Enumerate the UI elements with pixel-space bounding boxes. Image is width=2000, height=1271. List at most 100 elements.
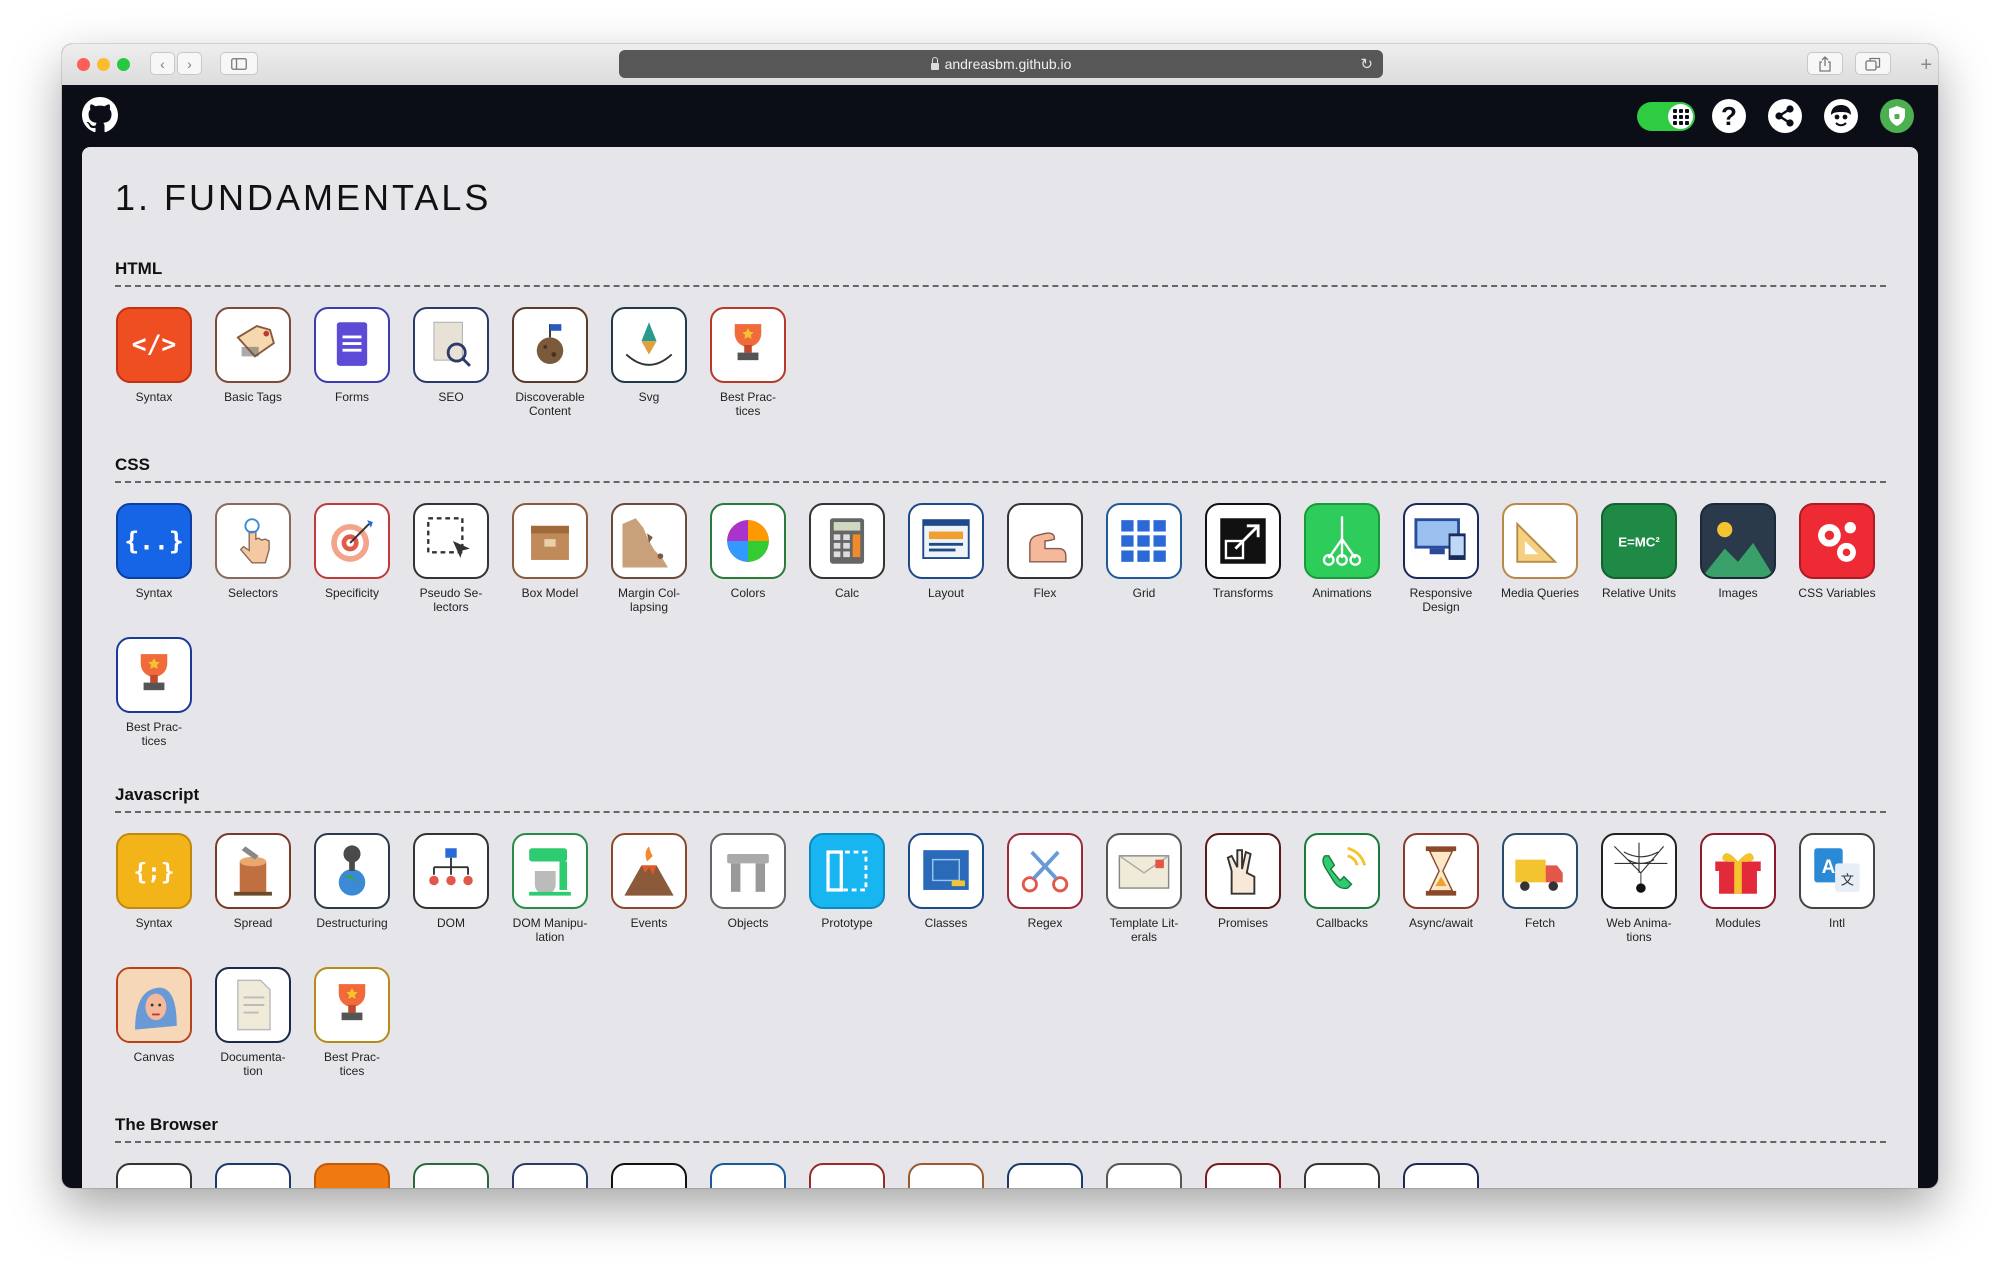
topic-label: Canvas xyxy=(133,1050,175,1064)
topic-tile[interactable]: Colors xyxy=(709,503,808,631)
topic-tile[interactable]: Best Prac-tices xyxy=(313,967,412,1095)
topic-tile[interactable]: Box Model xyxy=(511,503,610,631)
pen-tool-icon xyxy=(611,307,687,383)
topic-tile[interactable]: Svg xyxy=(610,307,709,435)
topic-label: DOM xyxy=(437,916,465,930)
topic-tile[interactable]: Best Prac-tices xyxy=(709,307,808,435)
partial-icon xyxy=(809,1163,885,1188)
topic-tile[interactable] xyxy=(1402,1163,1501,1188)
topic-tile[interactable]: E=MC² Relative Units xyxy=(1600,503,1699,631)
topic-tile[interactable] xyxy=(511,1163,610,1188)
topic-tile[interactable]: Basic Tags xyxy=(214,307,313,435)
grid-view-toggle[interactable] xyxy=(1637,102,1695,131)
topic-tile[interactable]: Media Queries xyxy=(1501,503,1600,631)
layout-window-icon xyxy=(908,503,984,579)
topic-label: Box Model xyxy=(521,586,579,600)
topic-tile[interactable] xyxy=(1006,1163,1105,1188)
section-heading: The Browser xyxy=(115,1115,1886,1143)
maximize-window-button[interactable] xyxy=(117,58,130,71)
address-bar[interactable]: andreasbm.github.io ↻ xyxy=(619,50,1383,78)
topic-tile[interactable] xyxy=(412,1163,511,1188)
topic-tile[interactable]: Prototype xyxy=(808,833,907,961)
topic-tile[interactable] xyxy=(907,1163,1006,1188)
topic-tile[interactable]: Specificity xyxy=(313,503,412,631)
topic-tile[interactable] xyxy=(709,1163,808,1188)
portrait-painting-icon xyxy=(116,967,192,1043)
topic-tile[interactable] xyxy=(313,1163,412,1188)
partial-icon xyxy=(512,1163,588,1188)
avatar-icon[interactable] xyxy=(1823,98,1859,134)
reload-icon[interactable]: ↻ xyxy=(1360,55,1373,73)
topic-tile[interactable]: Images xyxy=(1699,503,1798,631)
topic-label: Promises xyxy=(1217,916,1268,930)
topic-label: Objects xyxy=(727,916,769,930)
forward-button[interactable]: › xyxy=(177,52,202,75)
topic-label: Prototype xyxy=(821,916,873,930)
share-icon[interactable] xyxy=(1767,98,1803,134)
topic-tile[interactable]: Grid xyxy=(1105,503,1204,631)
topic-tile[interactable]: Regex xyxy=(1006,833,1105,961)
topic-tile[interactable]: Margin Col-lapsing xyxy=(610,503,709,631)
svg-text:E=MC²: E=MC² xyxy=(1618,535,1660,550)
minimize-window-button[interactable] xyxy=(97,58,110,71)
topic-tile[interactable]: CSS Variables xyxy=(1798,503,1897,631)
topic-tile[interactable]: SEO xyxy=(412,307,511,435)
topic-tile[interactable]: Async/await xyxy=(1402,833,1501,961)
topic-tile[interactable]: Forms xyxy=(313,307,412,435)
topic-tile[interactable]: Animations xyxy=(1303,503,1402,631)
topic-tile[interactable]: Calc xyxy=(808,503,907,631)
topic-tile[interactable]: Selectors xyxy=(214,503,313,631)
topic-tile[interactable]: A 文 Intl xyxy=(1798,833,1897,961)
topic-tile[interactable]: Discoverable Content xyxy=(511,307,610,435)
topic-tile[interactable] xyxy=(214,1163,313,1188)
topic-tile[interactable]: Template Lit-erals xyxy=(1105,833,1204,961)
topic-tile[interactable]: Canvas xyxy=(115,967,214,1095)
topic-tile[interactable]: Callbacks xyxy=(1303,833,1402,961)
new-tab-icon[interactable]: + xyxy=(1920,54,1932,77)
topic-tile[interactable] xyxy=(115,1163,214,1188)
topic-tile[interactable]: Classes xyxy=(907,833,1006,961)
document-page-icon xyxy=(215,967,291,1043)
back-button[interactable]: ‹ xyxy=(150,52,175,75)
topic-tile[interactable]: Transforms xyxy=(1204,503,1303,631)
help-icon[interactable]: ? xyxy=(1711,98,1747,134)
topic-tile[interactable] xyxy=(1303,1163,1402,1188)
github-icon[interactable] xyxy=(82,97,118,133)
topic-tile[interactable]: Fetch xyxy=(1501,833,1600,961)
share-page-button[interactable] xyxy=(1807,52,1843,75)
topic-tile[interactable]: Responsive Design xyxy=(1402,503,1501,631)
topic-tile[interactable]: Spread xyxy=(214,833,313,961)
topic-tile[interactable]: Promises xyxy=(1204,833,1303,961)
shield-icon[interactable] xyxy=(1879,98,1915,134)
topic-tile[interactable]: </> Syntax xyxy=(115,307,214,435)
topic-label: Documenta-tion xyxy=(220,1050,286,1078)
topic-tile[interactable]: {;} Syntax xyxy=(115,833,214,961)
close-window-button[interactable] xyxy=(77,58,90,71)
svg-text:?: ? xyxy=(1721,101,1737,131)
section-heading: CSS xyxy=(115,455,1886,483)
topic-tile[interactable]: Pseudo Se-lectors xyxy=(412,503,511,631)
topic-tile[interactable]: Events xyxy=(610,833,709,961)
topic-label: Spread xyxy=(233,916,273,930)
topic-tile[interactable]: DOM xyxy=(412,833,511,961)
topic-tile[interactable]: Web Anima-tions xyxy=(1600,833,1699,961)
svg-text:A: A xyxy=(1822,857,1836,878)
topic-tile[interactable] xyxy=(1105,1163,1204,1188)
topic-tile[interactable]: Modules xyxy=(1699,833,1798,961)
sidebar-toggle-button[interactable] xyxy=(220,52,258,75)
topic-tile[interactable]: Layout xyxy=(907,503,1006,631)
topic-tile[interactable] xyxy=(808,1163,907,1188)
topic-tile[interactable] xyxy=(610,1163,709,1188)
topic-tile[interactable]: Best Prac-tices xyxy=(115,637,214,765)
topic-tile[interactable]: DOM Manipu-lation xyxy=(511,833,610,961)
topic-tile[interactable]: Documenta-tion xyxy=(214,967,313,1095)
topic-tile[interactable] xyxy=(1204,1163,1303,1188)
topic-tile[interactable]: {..} Syntax xyxy=(115,503,214,631)
topic-tile[interactable]: Flex xyxy=(1006,503,1105,631)
topic-label: Responsive Design xyxy=(1409,586,1473,614)
tabs-overview-button[interactable] xyxy=(1855,52,1891,75)
gears-icon xyxy=(1799,503,1875,579)
partial-icon xyxy=(413,1163,489,1188)
topic-tile[interactable]: Destructuring xyxy=(313,833,412,961)
topic-tile[interactable]: Objects xyxy=(709,833,808,961)
